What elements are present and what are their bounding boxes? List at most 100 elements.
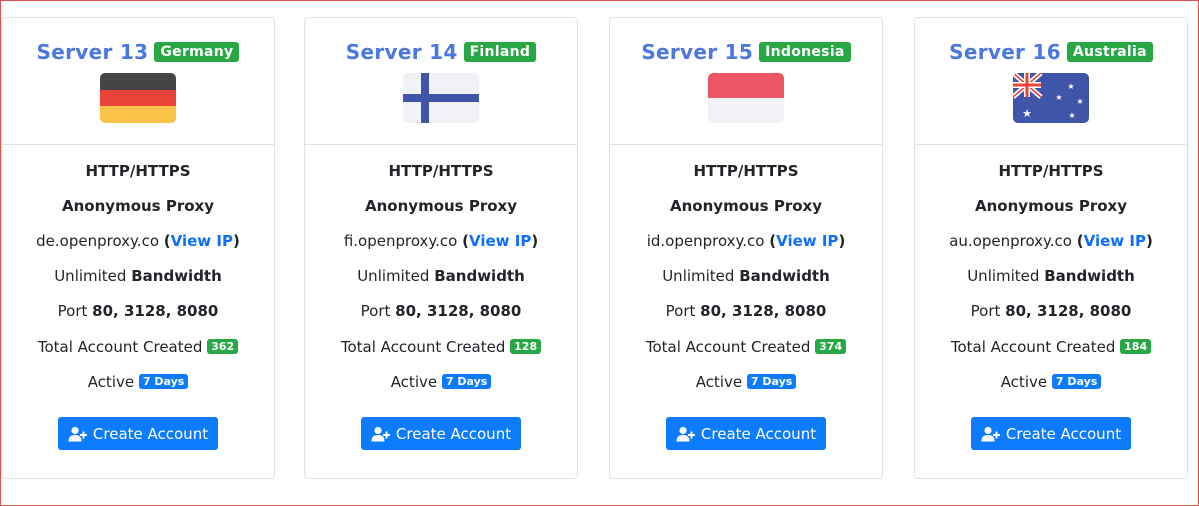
- port-row: Port 80, 3128, 8080: [2, 294, 274, 329]
- accounts-count-badge: 184: [1120, 339, 1152, 354]
- card-body: HTTP/HTTPS Anonymous Proxy fi.openproxy.…: [305, 154, 577, 450]
- create-account-label: Create Account: [1005, 424, 1122, 443]
- protocol-text: HTTP/HTTPS: [85, 162, 191, 180]
- active-days-badge: 7 Days: [138, 374, 189, 389]
- view-ip-link[interactable]: View IP: [776, 232, 838, 250]
- bandwidth-prefix: Unlimited: [662, 267, 735, 285]
- ports-value: 80, 3128, 8080: [700, 302, 827, 320]
- ports-value: 80, 3128, 8080: [92, 302, 219, 320]
- view-ip-link[interactable]: View IP: [469, 232, 531, 250]
- ports-value: 80, 3128, 8080: [395, 302, 522, 320]
- protocol-text: HTTP/HTTPS: [998, 162, 1104, 180]
- country-badge: Indonesia: [759, 42, 851, 62]
- accounts-label: Total Account Created: [37, 338, 203, 356]
- port-prefix: Port: [665, 302, 696, 320]
- server-title: Server 14: [345, 40, 458, 64]
- host-row: de.openproxy.co (View IP): [36, 232, 240, 250]
- port-prefix: Port: [970, 302, 1001, 320]
- country-badge: Australia: [1066, 42, 1153, 62]
- accounts-row: Total Account Created 184: [915, 329, 1187, 364]
- user-plus-icon: [68, 426, 88, 442]
- ports-value: 80, 3128, 8080: [1005, 302, 1132, 320]
- accounts-count-badge: 128: [510, 339, 542, 354]
- host-text: au.openproxy.co: [949, 232, 1072, 250]
- port-row: Port 80, 3128, 8080: [305, 294, 577, 329]
- port-row: Port 80, 3128, 8080: [915, 294, 1187, 329]
- proxy-type-text: Anonymous Proxy: [365, 197, 517, 215]
- server-card-14: Server 14 Finland HTTP/HTTPS Anonymous P…: [304, 17, 578, 479]
- card-header: Server 13 Germany: [2, 18, 274, 145]
- create-account-button[interactable]: Create Account: [970, 417, 1132, 450]
- accounts-count-badge: 362: [207, 339, 239, 354]
- svg-text:★: ★: [1022, 107, 1032, 120]
- create-account-button[interactable]: Create Account: [57, 417, 219, 450]
- card-header: Server 14 Finland: [305, 18, 577, 145]
- germany-flag-icon: [100, 73, 176, 123]
- active-row: Active 7 Days: [610, 364, 882, 399]
- active-days-badge: 7 Days: [1051, 374, 1102, 389]
- port-row: Port 80, 3128, 8080: [610, 294, 882, 329]
- accounts-label: Total Account Created: [340, 338, 506, 356]
- indonesia-flag-icon: [708, 73, 784, 123]
- country-badge: Germany: [154, 42, 240, 62]
- active-label: Active: [695, 373, 743, 391]
- accounts-row: Total Account Created 374: [610, 329, 882, 364]
- user-plus-icon: [371, 426, 391, 442]
- bandwidth-value: Bandwidth: [1044, 267, 1135, 285]
- active-row: Active 7 Days: [2, 364, 274, 399]
- server-title: Server 13: [36, 40, 149, 64]
- view-ip-link[interactable]: View IP: [171, 232, 233, 250]
- accounts-count-badge: 374: [815, 339, 847, 354]
- active-label: Active: [1000, 373, 1048, 391]
- user-plus-icon: [676, 426, 696, 442]
- svg-text:★: ★: [1055, 93, 1062, 102]
- create-account-button[interactable]: Create Account: [665, 417, 827, 450]
- svg-text:★: ★: [1067, 82, 1074, 91]
- active-label: Active: [390, 373, 438, 391]
- create-account-label: Create Account: [700, 424, 817, 443]
- card-body: HTTP/HTTPS Anonymous Proxy id.openproxy.…: [610, 154, 882, 450]
- create-account-label: Create Account: [395, 424, 512, 443]
- svg-text:★: ★: [1076, 97, 1083, 106]
- create-account-label: Create Account: [92, 424, 209, 443]
- active-row: Active 7 Days: [915, 364, 1187, 399]
- protocol-text: HTTP/HTTPS: [388, 162, 494, 180]
- country-badge: Finland: [463, 42, 537, 62]
- active-row: Active 7 Days: [305, 364, 577, 399]
- bandwidth-value: Bandwidth: [434, 267, 525, 285]
- card-body: HTTP/HTTPS Anonymous Proxy de.openproxy.…: [2, 154, 274, 450]
- bandwidth-row: Unlimited Bandwidth: [915, 259, 1187, 294]
- accounts-row: Total Account Created 362: [2, 329, 274, 364]
- active-label: Active: [87, 373, 135, 391]
- active-days-badge: 7 Days: [746, 374, 797, 389]
- host-text: de.openproxy.co: [36, 232, 159, 250]
- card-header: Server 16 Australia ★ ★ ★ ★ ★: [915, 18, 1187, 145]
- card-body: HTTP/HTTPS Anonymous Proxy au.openproxy.…: [915, 154, 1187, 450]
- bandwidth-row: Unlimited Bandwidth: [610, 259, 882, 294]
- server-card-13: Server 13 Germany HTTP/HTTPS Anonymous P…: [1, 17, 275, 479]
- bandwidth-value: Bandwidth: [739, 267, 830, 285]
- server-card-16: Server 16 Australia ★ ★ ★ ★ ★ HTTP/HTTPS…: [914, 17, 1188, 479]
- proxy-type-text: Anonymous Proxy: [670, 197, 822, 215]
- proxy-type-text: Anonymous Proxy: [975, 197, 1127, 215]
- create-account-button[interactable]: Create Account: [360, 417, 522, 450]
- user-plus-icon: [981, 426, 1001, 442]
- bandwidth-prefix: Unlimited: [54, 267, 127, 285]
- host-row: au.openproxy.co (View IP): [949, 232, 1153, 250]
- port-prefix: Port: [360, 302, 391, 320]
- proxy-type-text: Anonymous Proxy: [62, 197, 214, 215]
- server-title: Server 16: [949, 40, 1061, 64]
- bandwidth-value: Bandwidth: [131, 267, 222, 285]
- accounts-label: Total Account Created: [950, 338, 1116, 356]
- svg-text:★: ★: [1068, 111, 1075, 120]
- view-ip-link[interactable]: View IP: [1084, 232, 1146, 250]
- australia-flag-icon: ★ ★ ★ ★ ★: [1013, 73, 1089, 123]
- port-prefix: Port: [57, 302, 88, 320]
- host-text: id.openproxy.co: [646, 232, 765, 250]
- bandwidth-row: Unlimited Bandwidth: [305, 259, 577, 294]
- host-row: fi.openproxy.co (View IP): [343, 232, 539, 250]
- bandwidth-prefix: Unlimited: [357, 267, 430, 285]
- bandwidth-prefix: Unlimited: [967, 267, 1040, 285]
- accounts-label: Total Account Created: [645, 338, 811, 356]
- bandwidth-row: Unlimited Bandwidth: [2, 259, 274, 294]
